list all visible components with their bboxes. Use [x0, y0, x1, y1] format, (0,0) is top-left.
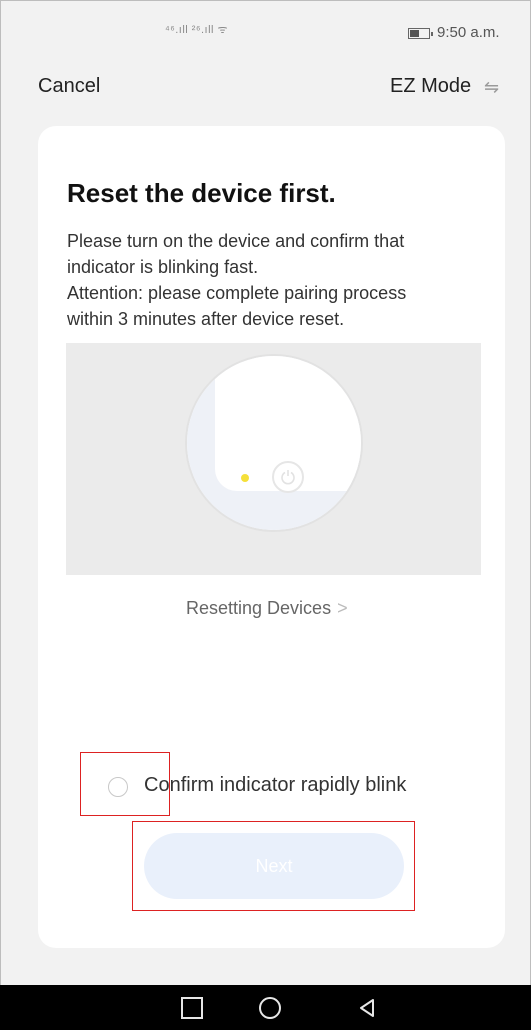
resetting-devices-label: Resetting Devices [186, 598, 332, 618]
highlight-box-radio [80, 752, 170, 816]
home-icon[interactable] [259, 997, 281, 1019]
instruction-line: within 3 minutes after device reset. [67, 309, 345, 329]
back-icon[interactable] [356, 997, 378, 1019]
ez-mode-button[interactable]: EZ Mode [390, 75, 471, 98]
highlight-box-next [132, 821, 415, 911]
recents-icon[interactable] [181, 997, 203, 1019]
status-bar: ⁴⁶.ıll ²⁶.ıll ᯤ 9:50 a.m. [0, 0, 531, 60]
clock: 9:50 a.m. [437, 24, 500, 41]
page-title: Reset the device first. [67, 178, 336, 208]
instruction-line: Attention: please complete pairing proce… [67, 283, 407, 303]
chevron-right-icon: > [337, 598, 348, 618]
power-button-icon [272, 461, 304, 493]
resetting-devices-link[interactable]: Resetting Devices > [186, 598, 348, 619]
signal-icons: ⁴⁶.ıll ²⁶.ıll ᯤ [165, 24, 229, 36]
instruction-line: Please turn on the device and confirm th… [67, 231, 405, 251]
indicator-light-icon [241, 474, 249, 482]
instruction-line: indicator is blinking fast. [67, 257, 259, 277]
cancel-button[interactable]: Cancel [38, 75, 100, 98]
instructions-text: Please turn on the device and confirm th… [67, 228, 467, 332]
confirm-label[interactable]: Confirm indicator rapidly blink [144, 774, 406, 797]
system-navigation-bar [0, 985, 531, 1030]
device-illustration [185, 354, 363, 532]
battery-icon [408, 28, 433, 39]
swap-icon[interactable]: ⇋ [484, 77, 499, 98]
